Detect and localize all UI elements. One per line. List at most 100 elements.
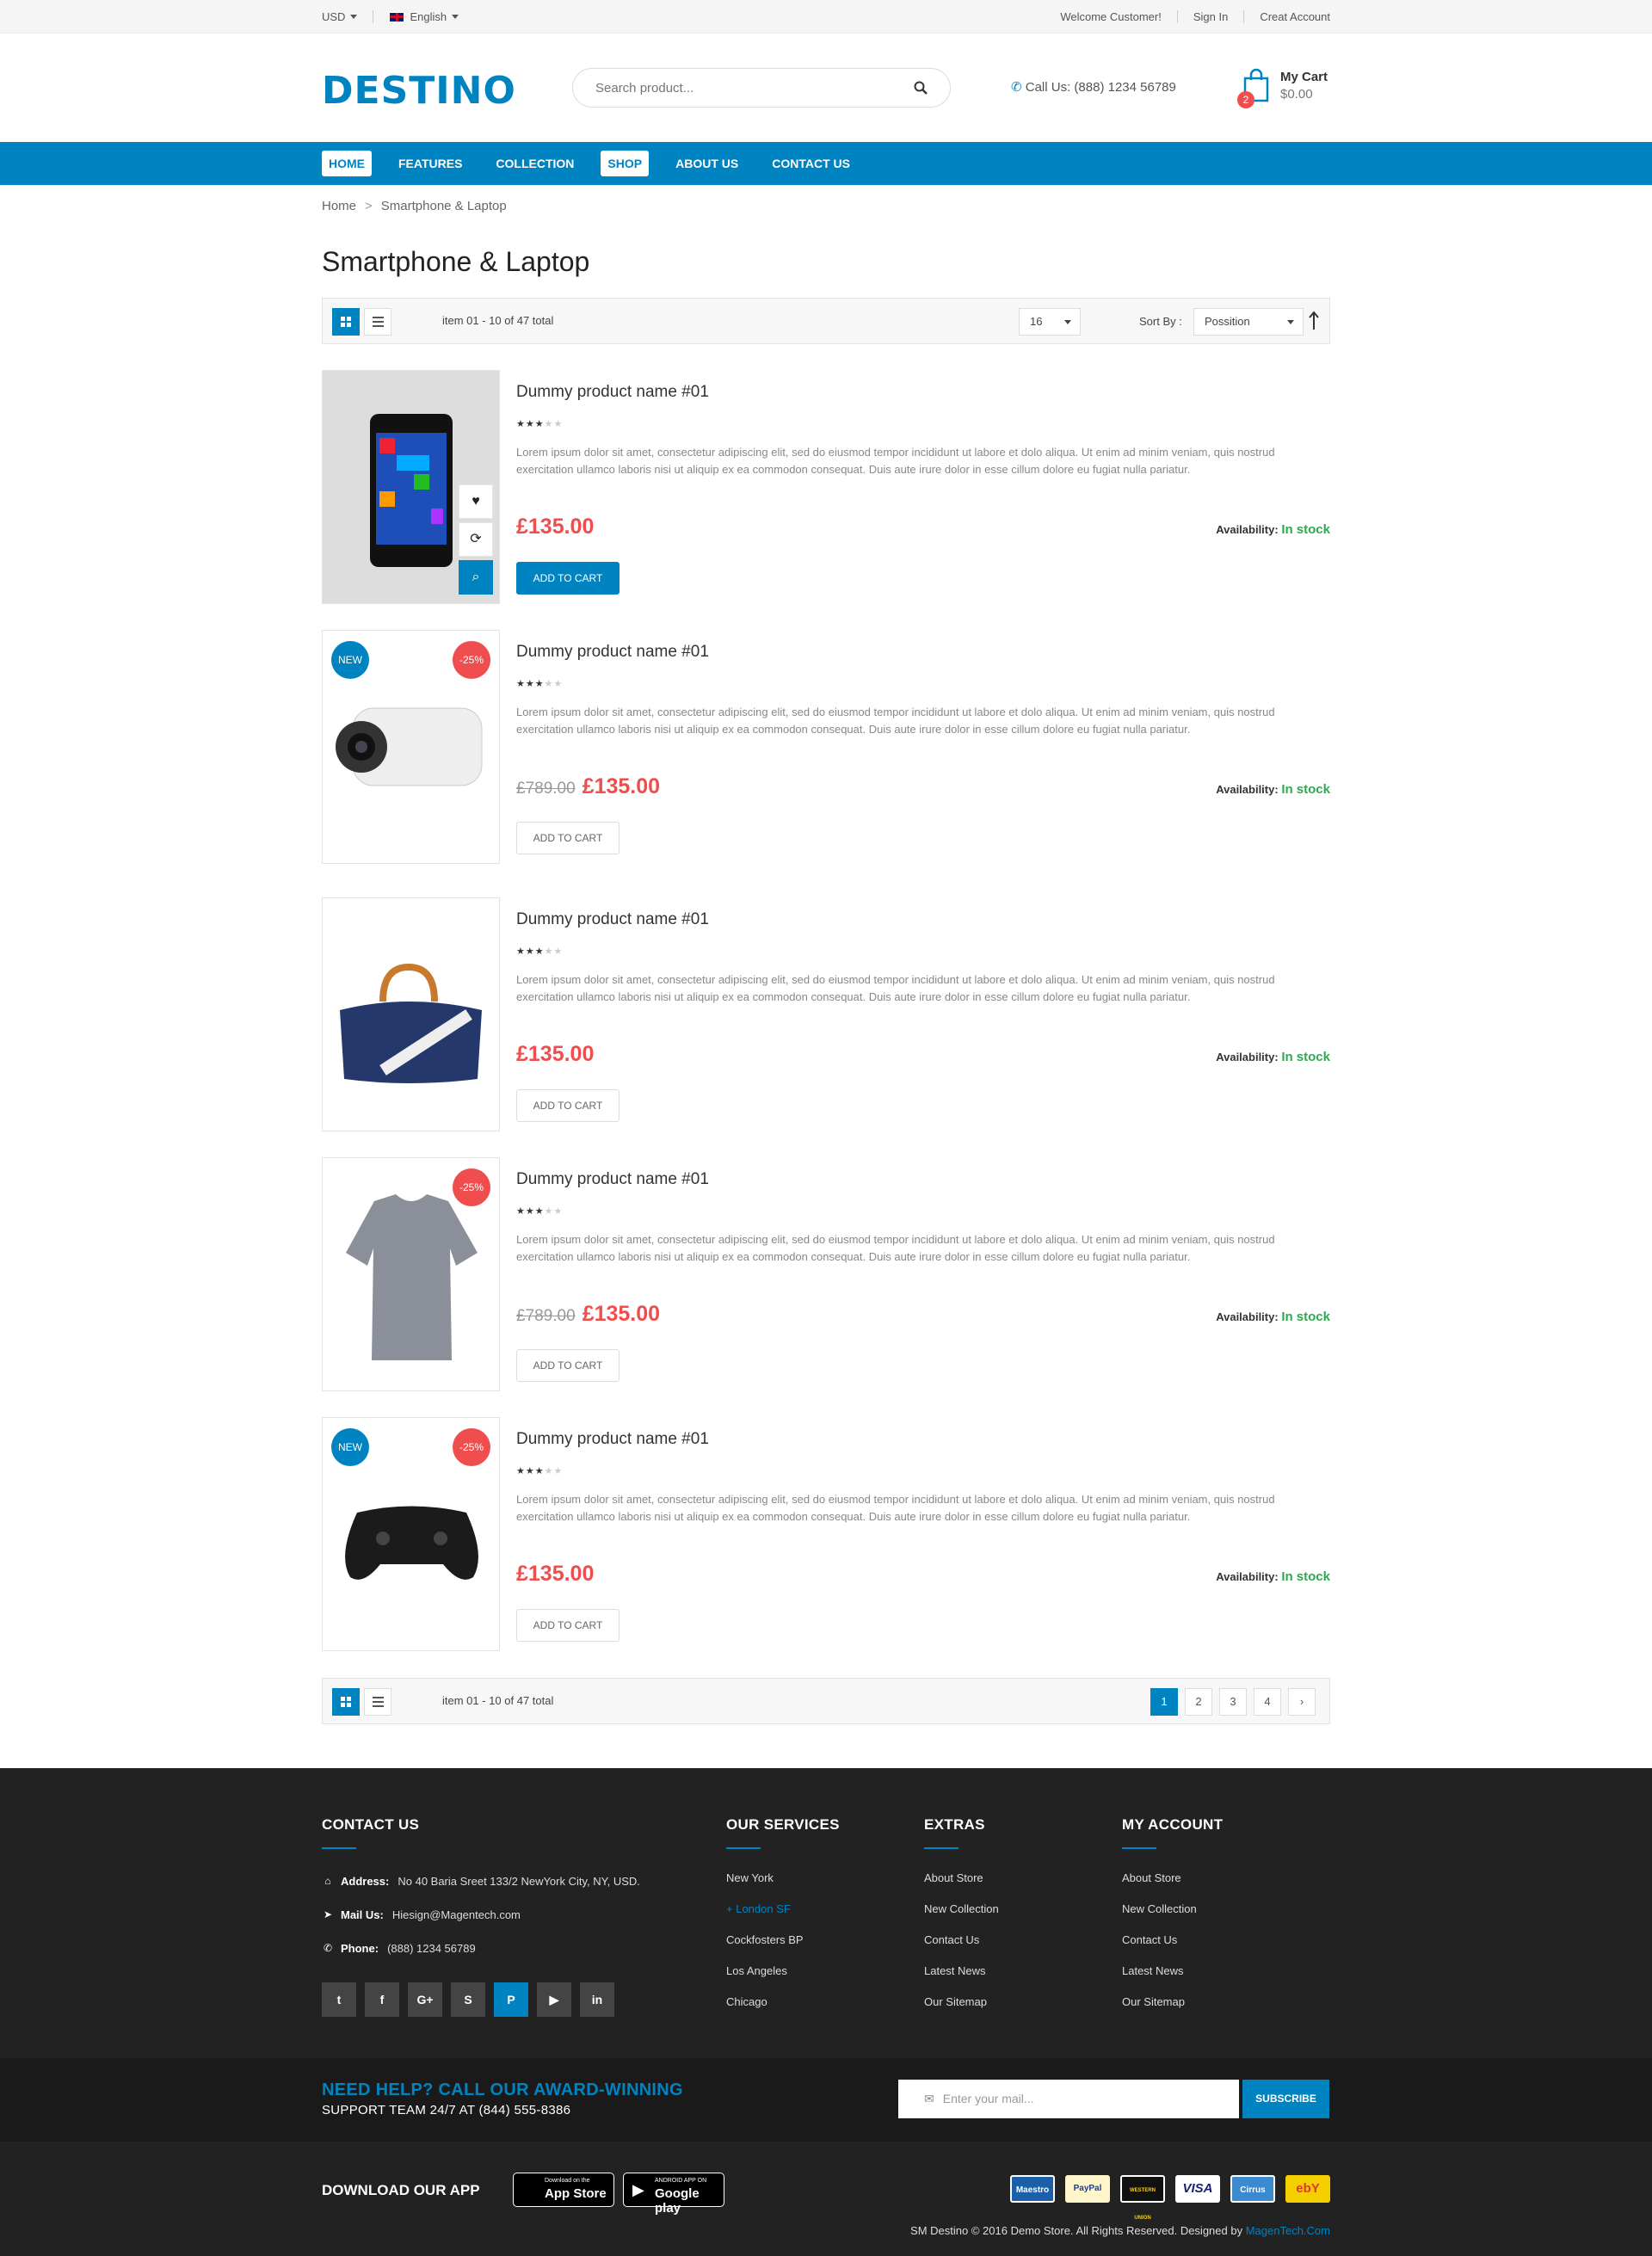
phone-icon: ✆ (323, 1942, 333, 1954)
search-box (572, 68, 951, 108)
help-heading: NEED HELP? CALL OUR AWARD-WINNING (322, 2080, 683, 2099)
page-3[interactable]: 3 (1219, 1688, 1247, 1716)
mail-value[interactable]: Hiesign@Magentech.com (392, 1898, 521, 1932)
chevron-down-icon (1064, 320, 1071, 324)
footer-link[interactable]: + London SF (726, 1894, 840, 1925)
grid-icon (341, 1697, 351, 1707)
download-app-title: DOWNLOAD OUR APP (322, 2182, 480, 2198)
nav-item-collection[interactable]: COLLECTION (489, 151, 581, 176)
footer-link[interactable]: Latest News (1122, 1956, 1223, 1987)
search-input[interactable] (595, 80, 905, 96)
next-page-button[interactable]: › (1288, 1688, 1316, 1716)
footer-link[interactable]: New Collection (1122, 1894, 1223, 1925)
footer-link[interactable]: About Store (924, 1863, 999, 1894)
product-name[interactable]: Dummy product name #01 (516, 1170, 709, 1189)
list-icon (373, 317, 384, 327)
stock-status: In stock (1281, 522, 1330, 537)
subscribe-button[interactable]: SUBSCRIBE (1242, 2080, 1329, 2118)
list-view-button[interactable] (364, 1688, 391, 1716)
sort-direction-icon[interactable] (1309, 311, 1319, 331)
paypal-icon: PayPal (1065, 2175, 1110, 2203)
availability: Availability: In stock (1216, 1050, 1330, 1064)
logo[interactable]: DESTINO (322, 69, 516, 113)
language-dropdown[interactable]: English (373, 10, 474, 23)
old-price: £789.00 (516, 780, 576, 798)
visa-icon: VISA (1175, 2175, 1220, 2203)
youtube-icon[interactable]: ▶ (537, 1982, 571, 2017)
pagination: 1 2 3 4 › (1150, 1688, 1316, 1716)
pinterest-icon[interactable]: P (494, 1982, 528, 2017)
footer-link[interactable]: Our Sitemap (1122, 1987, 1223, 2018)
designer-link[interactable]: MagenTech.Com (1246, 2224, 1330, 2237)
phone-icon: ✆ (1011, 80, 1022, 95)
nav-item-shop[interactable]: SHOP (601, 151, 650, 176)
wishlist-heart-icon[interactable]: ♥ (459, 484, 493, 519)
nav-item-home[interactable]: HOME (322, 151, 372, 176)
cirrus-icon: Cirrus (1230, 2175, 1275, 2203)
google-play-badge[interactable]: ▶ ANDROID APP ON Google play (623, 2173, 724, 2216)
product-image[interactable] (322, 897, 500, 1131)
product-name[interactable]: Dummy product name #01 (516, 910, 709, 929)
footer-link[interactable]: Contact Us (1122, 1925, 1223, 1956)
product-image[interactable]: NEW -25% (322, 1417, 500, 1651)
footer-link[interactable]: Latest News (924, 1956, 999, 1987)
create-account-link[interactable]: Creat Account (1243, 10, 1330, 23)
search-icon[interactable] (914, 81, 928, 95)
newsletter-email-input[interactable]: ✉ Enter your mail... (898, 2080, 1239, 2118)
envelope-icon: ✉ (924, 2092, 934, 2105)
footer-link[interactable]: Contact Us (924, 1925, 999, 1956)
product-image[interactable]: -25% (322, 1157, 500, 1391)
grid-view-button[interactable] (332, 1688, 360, 1716)
add-to-cart-button[interactable]: ADD TO CART (516, 822, 620, 854)
page-1[interactable]: 1 (1150, 1688, 1178, 1716)
currency-dropdown[interactable]: USD (322, 10, 373, 23)
facebook-icon[interactable]: f (365, 1982, 399, 2017)
product-name[interactable]: Dummy product name #01 (516, 643, 709, 662)
footer-link[interactable]: About Store (1122, 1863, 1223, 1894)
limit-select[interactable]: 16 (1019, 308, 1081, 336)
breadcrumb-home[interactable]: Home (322, 199, 356, 213)
sale-badge: -25% (453, 1428, 490, 1466)
page-4[interactable]: 4 (1254, 1688, 1281, 1716)
product-image[interactable]: ♥ ⟳ ⌕ (322, 370, 500, 604)
help-bar: NEED HELP? CALL OUR AWARD-WINNING SUPPOR… (0, 2058, 1652, 2142)
page-2[interactable]: 2 (1185, 1688, 1212, 1716)
grid-view-button[interactable] (332, 308, 360, 336)
product-image[interactable]: NEW -25% (322, 630, 500, 864)
nav-item-contact-us[interactable]: CONTACT US (765, 151, 857, 176)
linkedin-icon[interactable]: in (580, 1982, 614, 2017)
footer-link[interactable]: Los Angeles (726, 1956, 840, 1987)
compare-refresh-icon[interactable]: ⟳ (459, 522, 493, 557)
nav-item-features[interactable]: FEATURES (391, 151, 469, 176)
list-view-button[interactable] (364, 308, 391, 336)
product-item: -25% Dummy product name #01 ★★★★★ Lorem ips… (322, 1157, 1330, 1391)
bottom-bar: DOWNLOAD OUR APP Download on the App Sto… (0, 2142, 1652, 2256)
add-to-cart-button[interactable]: ADD TO CART (516, 1089, 620, 1122)
app-store-badge[interactable]: Download on the App Store (513, 2173, 614, 2207)
add-to-cart-button[interactable]: ADD TO CART (516, 1349, 620, 1382)
sort-select[interactable]: Possition (1193, 308, 1304, 336)
nav-item-about-us[interactable]: ABOUT US (669, 151, 745, 176)
footer-link[interactable]: Cockfosters BP (726, 1925, 840, 1956)
quickview-search-icon[interactable]: ⌕ (459, 560, 493, 595)
product-item: Dummy product name #01 ★★★★★ Lorem ipsum d… (322, 897, 1330, 1131)
grid-icon (341, 317, 351, 327)
google-plus-icon[interactable]: G+ (408, 1982, 442, 2017)
skype-icon[interactable]: S (451, 1982, 485, 2017)
add-to-cart-button[interactable]: ADD TO CART (516, 1609, 620, 1642)
twitter-icon[interactable]: t (322, 1982, 356, 2017)
sale-badge: -25% (453, 641, 490, 679)
footer-link[interactable]: New Collection (924, 1894, 999, 1925)
footer-link[interactable]: New York (726, 1863, 840, 1894)
product-name[interactable]: Dummy product name #01 (516, 1430, 709, 1449)
sign-in-link[interactable]: Sign In (1176, 10, 1243, 23)
mini-cart[interactable]: 2 My Cart $0.00 (1237, 66, 1333, 108)
product-item: NEW -25% Dummy product name #01 ★★★★★ Lorem … (322, 1417, 1330, 1651)
add-to-cart-button[interactable]: ADD TO CART (516, 562, 620, 595)
breadcrumb: Home > Smartphone & Laptop (322, 199, 507, 213)
chevron-down-icon (452, 15, 459, 19)
stock-status: In stock (1281, 1569, 1330, 1584)
footer-link[interactable]: Our Sitemap (924, 1987, 999, 2018)
product-name[interactable]: Dummy product name #01 (516, 383, 709, 402)
footer-link[interactable]: Chicago (726, 1987, 840, 2018)
